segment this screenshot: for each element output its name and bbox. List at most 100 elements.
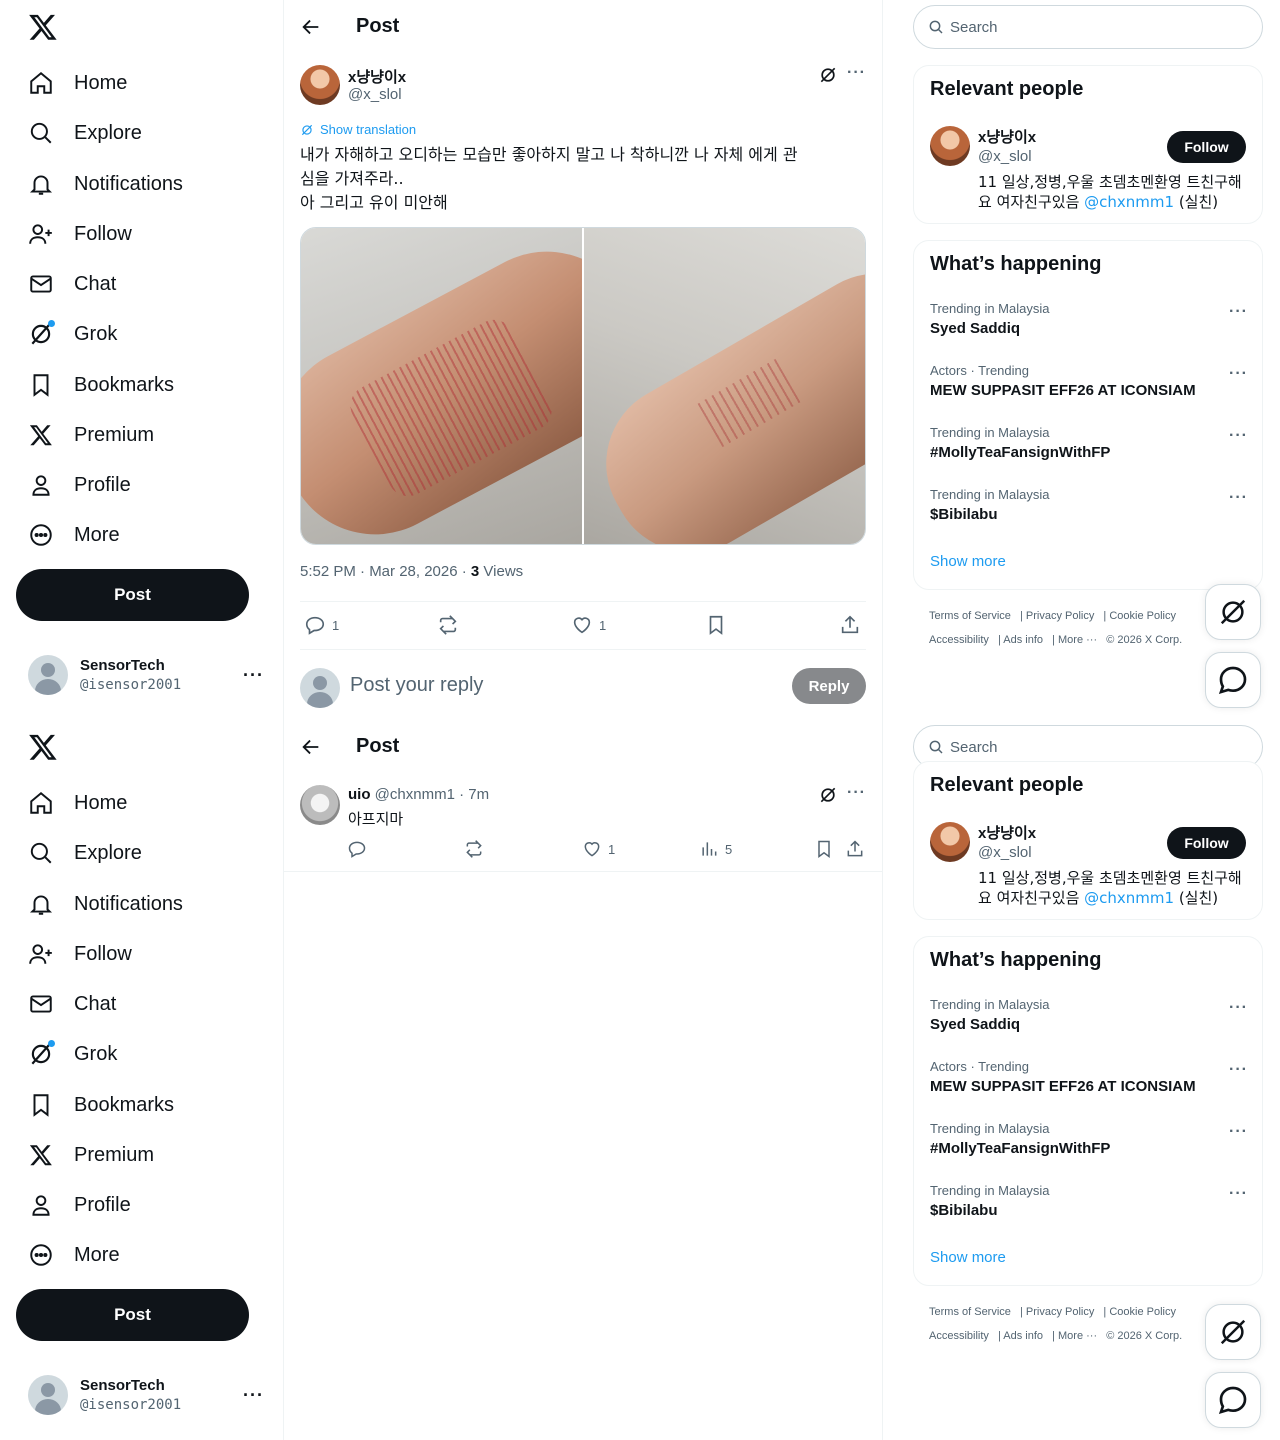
show-more-link[interactable]: Show more xyxy=(930,553,1006,570)
nav-premium[interactable]: Premium xyxy=(26,415,154,455)
nav-grok[interactable]: Grok xyxy=(26,1034,117,1074)
more-icon[interactable]: ··· xyxy=(847,64,866,82)
follow-button[interactable]: Follow xyxy=(1167,827,1246,859)
x-logo-icon[interactable] xyxy=(28,12,58,42)
search-box[interactable] xyxy=(913,5,1263,49)
messages-fab[interactable] xyxy=(1205,652,1261,708)
more-icon[interactable]: ··· xyxy=(243,1385,264,1406)
person-handle[interactable]: @x_slol xyxy=(978,148,1032,165)
terms-link[interactable]: Terms of Service xyxy=(929,1306,1011,1318)
more-link[interactable]: More ··· xyxy=(1058,1330,1097,1342)
post-timestamp[interactable]: 5:52 PM · Mar 28, 2026 · xyxy=(300,563,471,580)
bio-mention-link[interactable]: @chxnmm1 xyxy=(1084,889,1174,907)
repost-button[interactable] xyxy=(437,614,459,636)
reply-button[interactable]: 1 xyxy=(304,614,339,636)
nav-follow[interactable]: Follow xyxy=(26,934,132,974)
more-icon[interactable]: ··· xyxy=(1229,999,1248,1017)
nav-home[interactable]: Home xyxy=(26,63,127,103)
nav-more[interactable]: More xyxy=(26,1235,120,1275)
more-link[interactable]: More ··· xyxy=(1058,634,1097,646)
terms-link[interactable]: Terms of Service xyxy=(929,610,1011,622)
more-icon[interactable]: ··· xyxy=(1229,365,1248,383)
x-logo-icon[interactable] xyxy=(28,732,58,762)
account-switcher[interactable]: SensorTech @isensor2001 ··· xyxy=(28,655,268,697)
grok-fab[interactable] xyxy=(1205,1304,1261,1360)
privacy-link[interactable]: Privacy Policy xyxy=(1026,610,1094,622)
privacy-link[interactable]: Privacy Policy xyxy=(1026,1306,1094,1318)
nav-more[interactable]: More xyxy=(26,515,120,555)
ads-info-link[interactable]: Ads info xyxy=(1003,634,1043,646)
person-handle[interactable]: @x_slol xyxy=(978,844,1032,861)
person-avatar[interactable] xyxy=(930,822,970,862)
reply-author[interactable]: uio @chxnmm1 · 7m xyxy=(348,786,489,803)
post-photo[interactable] xyxy=(301,228,582,544)
nav-chat[interactable]: Chat xyxy=(26,984,116,1024)
bookmark-button[interactable] xyxy=(814,839,834,859)
nav-follow[interactable]: Follow xyxy=(26,214,132,254)
person-avatar[interactable] xyxy=(930,126,970,166)
reply-button[interactable] xyxy=(347,839,367,859)
nav-profile[interactable]: Profile xyxy=(26,465,131,505)
back-arrow-icon[interactable] xyxy=(300,16,322,38)
author-name[interactable]: x냥냥이x xyxy=(348,66,406,87)
share-button[interactable] xyxy=(839,614,861,636)
nav-premium[interactable]: Premium xyxy=(26,1135,154,1175)
more-icon[interactable]: ··· xyxy=(1229,1061,1248,1079)
follow-button[interactable]: Follow xyxy=(1167,131,1246,163)
show-more-link[interactable]: Show more xyxy=(930,1249,1006,1266)
trend-item[interactable]: Actors · Trending MEW SUPPASIT EFF26 AT I… xyxy=(930,1059,1248,1107)
nav-grok[interactable]: Grok xyxy=(26,314,117,354)
nav-profile[interactable]: Profile xyxy=(26,1185,131,1225)
grok-icon[interactable] xyxy=(818,785,838,805)
reply-avatar[interactable] xyxy=(300,785,340,825)
author-avatar[interactable] xyxy=(300,65,340,105)
like-button[interactable]: 1 xyxy=(582,839,615,859)
post-button[interactable]: Post xyxy=(16,569,249,621)
person-name[interactable]: x냥냥이x xyxy=(978,126,1036,147)
reply-input[interactable]: Post your reply xyxy=(350,674,483,697)
nav-bookmarks[interactable]: Bookmarks xyxy=(26,1085,174,1125)
trend-item[interactable]: Trending in Malaysia #MollyTeaFansignWith… xyxy=(930,425,1248,473)
person-name[interactable]: x냥냥이x xyxy=(978,822,1036,843)
show-translation-link[interactable]: Show translation xyxy=(300,122,416,137)
nav-explore[interactable]: Explore xyxy=(26,833,142,873)
cookie-link[interactable]: Cookie Policy xyxy=(1109,610,1176,622)
account-switcher[interactable]: SensorTech @isensor2001 ··· xyxy=(28,1375,268,1417)
post-media[interactable] xyxy=(300,227,866,545)
repost-button[interactable] xyxy=(464,839,484,859)
grok-icon[interactable] xyxy=(818,65,838,85)
nav-explore[interactable]: Explore xyxy=(26,113,142,153)
more-icon[interactable]: ··· xyxy=(847,784,866,802)
trend-item[interactable]: Trending in Malaysia Syed Saddiq ··· xyxy=(930,997,1248,1045)
share-button[interactable] xyxy=(845,839,865,859)
more-icon[interactable]: ··· xyxy=(1229,427,1248,445)
grok-fab[interactable] xyxy=(1205,584,1261,640)
nav-bookmarks[interactable]: Bookmarks xyxy=(26,365,174,405)
nav-notifications[interactable]: Notifications xyxy=(26,884,183,924)
nav-chat[interactable]: Chat xyxy=(26,264,116,304)
like-button[interactable]: 1 xyxy=(571,614,606,636)
trend-item[interactable]: Trending in Malaysia $Bibilabu ··· xyxy=(930,1183,1248,1231)
bookmark-button[interactable] xyxy=(705,614,727,636)
ads-info-link[interactable]: Ads info xyxy=(1003,1330,1043,1342)
more-icon[interactable]: ··· xyxy=(1229,1185,1248,1203)
trend-item[interactable]: Trending in Malaysia Syed Saddiq ··· xyxy=(930,301,1248,349)
reply-submit-button[interactable]: Reply xyxy=(792,668,866,704)
nav-home[interactable]: Home xyxy=(26,783,127,823)
trend-item[interactable]: Trending in Malaysia #MollyTeaFansignWith… xyxy=(930,1121,1248,1169)
more-icon[interactable]: ··· xyxy=(1229,1123,1248,1141)
nav-notifications[interactable]: Notifications xyxy=(26,164,183,204)
bio-mention-link[interactable]: @chxnmm1 xyxy=(1084,193,1174,211)
trend-item[interactable]: Trending in Malaysia $Bibilabu ··· xyxy=(930,487,1248,535)
more-icon[interactable]: ··· xyxy=(1229,489,1248,507)
search-input[interactable] xyxy=(950,18,1250,36)
messages-fab[interactable] xyxy=(1205,1372,1261,1428)
accessibility-link[interactable]: Accessibility xyxy=(929,1330,989,1342)
trend-item[interactable]: Actors · Trending MEW SUPPASIT EFF26 AT I… xyxy=(930,363,1248,411)
back-arrow-icon[interactable] xyxy=(300,736,322,758)
search-input[interactable] xyxy=(950,738,1250,756)
views-button[interactable]: 5 xyxy=(699,839,732,859)
accessibility-link[interactable]: Accessibility xyxy=(929,634,989,646)
post-button[interactable]: Post xyxy=(16,1289,249,1341)
cookie-link[interactable]: Cookie Policy xyxy=(1109,1306,1176,1318)
